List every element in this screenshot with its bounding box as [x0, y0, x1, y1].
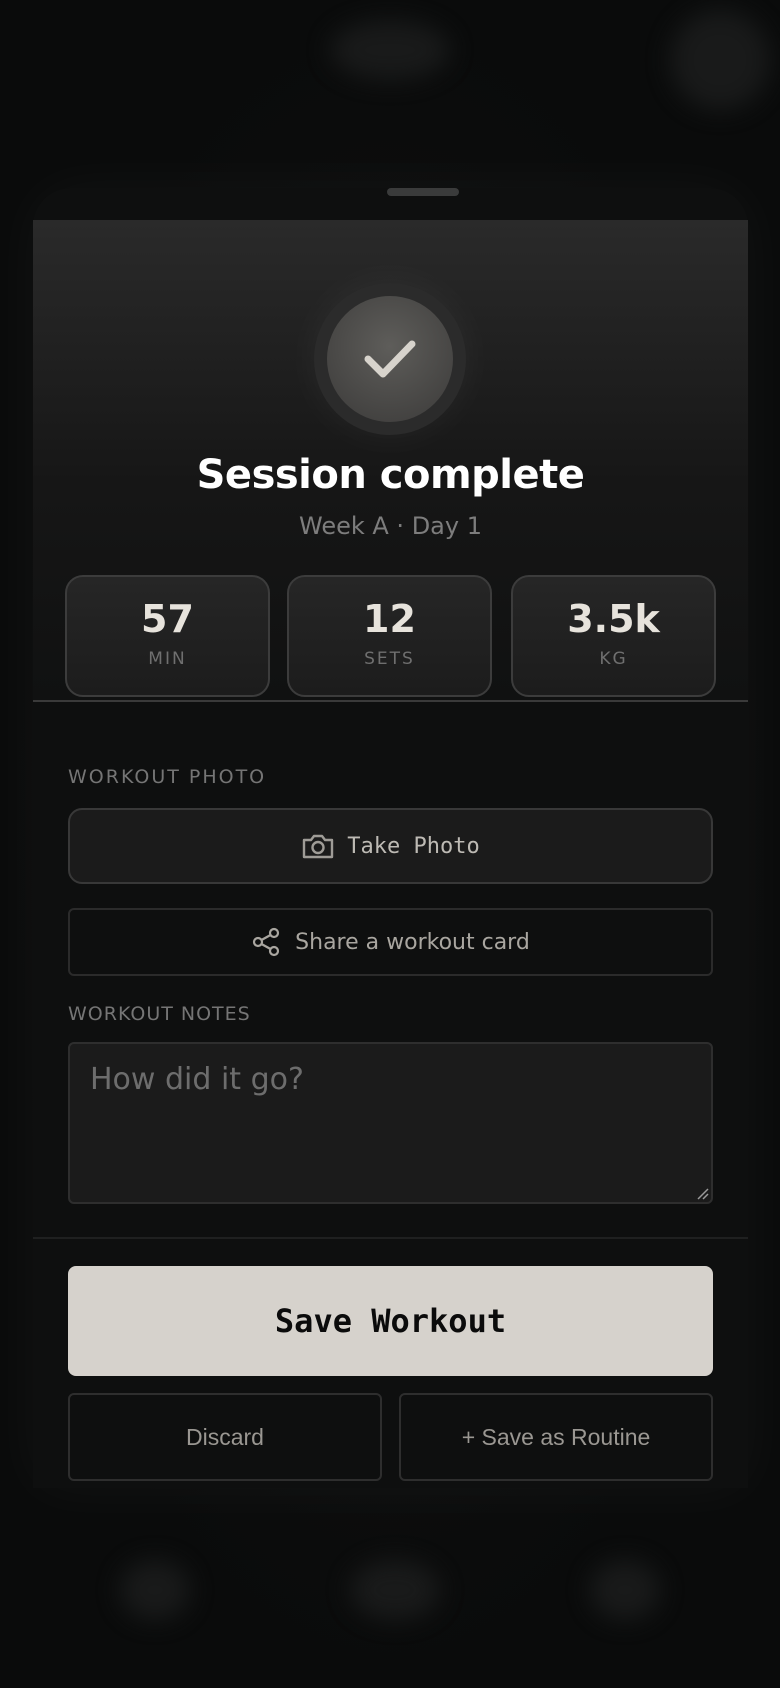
take-photo-button[interactable]: Take Photo — [68, 808, 713, 884]
share-workout-card-button[interactable]: Share a workout card — [68, 908, 713, 976]
check-icon — [364, 340, 416, 378]
share-icon — [253, 927, 280, 957]
background-blur — [120, 1560, 190, 1620]
notes-section-label: WORKOUT NOTES — [68, 1003, 251, 1025]
stat-unit: MIN — [148, 649, 187, 669]
summary-header: Session complete Week A · Day 1 57 MIN 1… — [33, 220, 748, 700]
divider — [33, 700, 748, 702]
resize-grip-icon[interactable] — [695, 1186, 709, 1200]
session-title: Session complete — [196, 452, 585, 498]
stat-value: 12 — [363, 597, 416, 641]
stat-unit: SETS — [364, 649, 415, 669]
stat-duration: 57 MIN — [65, 575, 270, 697]
background-blur — [330, 20, 450, 80]
success-badge — [314, 283, 466, 435]
share-label: Share a workout card — [295, 929, 530, 955]
success-circle — [327, 296, 453, 422]
stat-volume: 3.5k KG — [511, 575, 716, 697]
stat-value: 57 — [141, 597, 194, 641]
workout-notes-input[interactable] — [68, 1042, 713, 1204]
sheet-drag-handle[interactable] — [387, 188, 459, 196]
background-blur — [350, 1560, 440, 1620]
photo-section-label: WORKOUT PHOTO — [68, 766, 267, 788]
background-blur — [590, 1560, 660, 1620]
divider — [33, 1237, 748, 1239]
save-as-routine-button[interactable]: + Save as Routine — [399, 1393, 713, 1481]
stat-unit: KG — [599, 649, 628, 669]
workout-complete-sheet: Session complete Week A · Day 1 57 MIN 1… — [33, 188, 748, 1488]
discard-button[interactable]: Discard — [68, 1393, 382, 1481]
background-blur — [670, 10, 770, 110]
session-subtitle: Week A · Day 1 — [299, 512, 482, 540]
take-photo-label: Take Photo — [347, 833, 480, 859]
stat-value: 3.5k — [567, 597, 660, 641]
save-workout-button[interactable]: Save Workout — [68, 1266, 713, 1376]
camera-icon — [303, 834, 334, 859]
stat-sets: 12 SETS — [287, 575, 492, 697]
